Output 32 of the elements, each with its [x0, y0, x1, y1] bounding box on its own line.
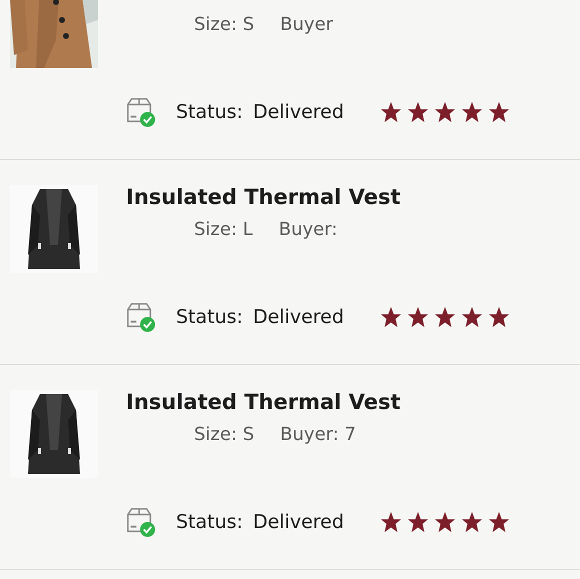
filled-star-icon — [434, 306, 456, 328]
size-label: Size: S — [194, 424, 254, 445]
filled-star-icon — [406, 511, 429, 533]
filled-star-icon — [406, 306, 429, 328]
filled-star-icon — [380, 101, 402, 123]
filled-star-icon — [460, 511, 483, 533]
status-label: Status: — [176, 101, 243, 123]
size-label: Size: S — [194, 14, 254, 35]
item-title: Insulated Thermal Vest — [126, 185, 401, 211]
status-label: Status: — [176, 306, 243, 328]
filled-star-icon — [434, 101, 456, 123]
status-value: Delivered — [252, 511, 344, 533]
status-value: Delivered — [252, 306, 344, 328]
package-check-icon — [126, 506, 156, 538]
package-check-icon — [126, 96, 156, 128]
filled-star-icon — [488, 511, 510, 533]
filled-star-icon — [380, 511, 402, 533]
buyer-label: Buyer: 7 — [280, 424, 356, 445]
filled-star-icon — [488, 306, 510, 328]
filled-star-icon — [460, 101, 483, 123]
status-value: Delivered — [252, 101, 344, 123]
status-label: Status: — [176, 511, 243, 533]
filled-star-icon — [488, 101, 510, 123]
buyer-label: Buyer: — [278, 219, 338, 240]
filled-star-icon — [406, 101, 429, 123]
filled-star-icon — [380, 306, 402, 328]
filled-star-icon — [460, 306, 483, 328]
buyer-label: Buyer — [280, 14, 334, 35]
package-check-icon — [126, 301, 156, 333]
item-title: Insulated Thermal Vest — [126, 390, 401, 416]
filled-star-icon — [434, 511, 456, 533]
size-label: Size: L — [194, 219, 253, 240]
